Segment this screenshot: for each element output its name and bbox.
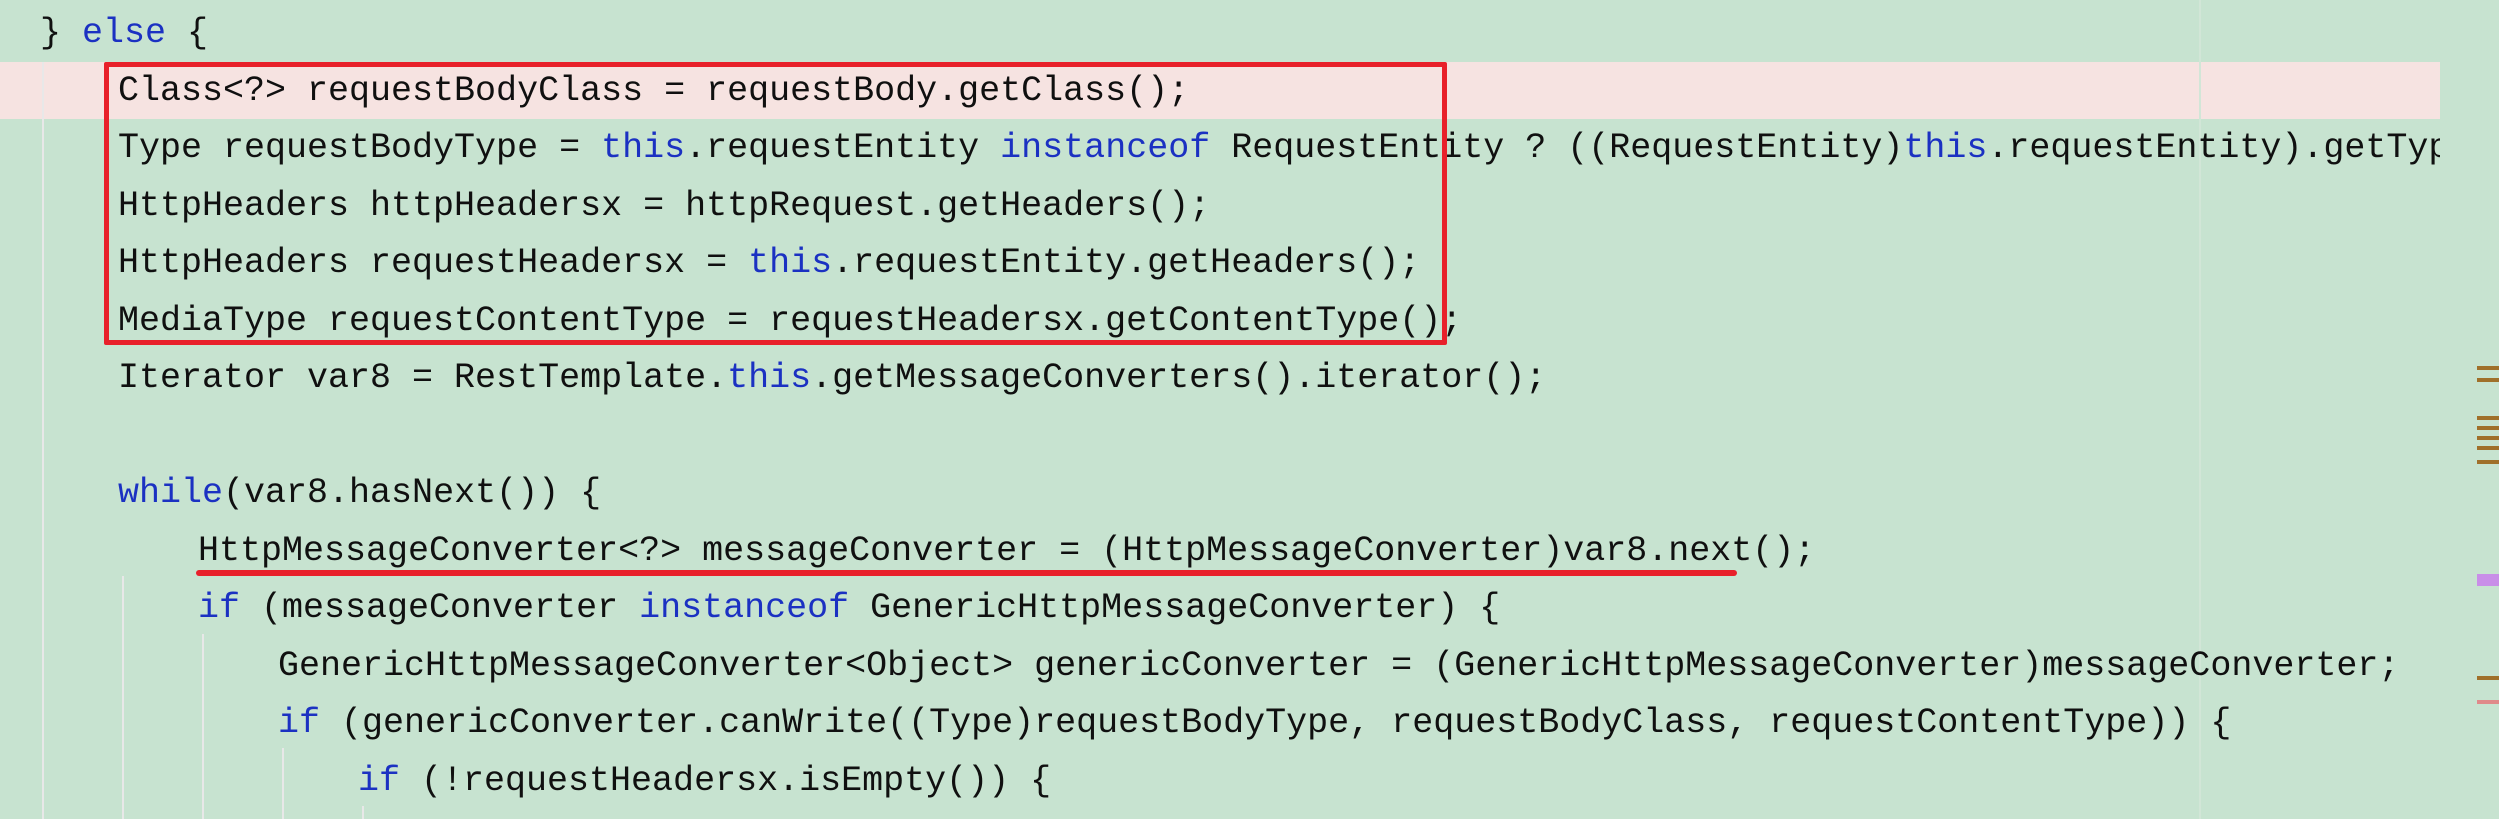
code-line[interactable]: Iterator var8 = RestTemplate.this.getMes… (118, 350, 1546, 407)
keyword-token: this (1903, 128, 1988, 168)
code-token: HttpMessageConverter<?> messageConverter… (198, 530, 1816, 571)
code-token: .requestEntity).getType() : re (1987, 128, 2499, 168)
code-token: (genericConverter.canWrite((Type)request… (320, 703, 2232, 743)
keyword-token: else (82, 13, 167, 53)
annotation-underline (196, 570, 1737, 576)
keyword-token: instanceof (639, 588, 850, 628)
code-line[interactable]: if (messageConverter instanceof GenericH… (198, 580, 1500, 637)
scrollbar-marker (2477, 436, 2499, 440)
annotation-box (104, 62, 1447, 345)
code-line[interactable]: } else { (40, 5, 208, 62)
keyword-token: if (358, 760, 401, 801)
scrollbar-marker (2477, 446, 2499, 450)
scrollbar-marker (2477, 460, 2499, 464)
code-token: (var8.hasNext()) { (223, 473, 602, 513)
code-line[interactable]: if (!requestHeadersx.isEmpty()) { (358, 753, 1051, 810)
code-token: (!requestHeadersx.isEmpty()) { (400, 760, 1052, 801)
indent-guide (282, 748, 284, 819)
scrollbar-marker (2477, 574, 2499, 586)
scrollbar-marker (2477, 378, 2499, 382)
indent-guide (202, 634, 204, 819)
code-token: Iterator var8 = RestTemplate. (118, 358, 728, 398)
code-token: { (166, 13, 209, 53)
keyword-token: if (278, 703, 321, 743)
indent-guide (42, 62, 44, 819)
keyword-token: while (118, 473, 224, 513)
indent-guide (122, 576, 124, 819)
scrollbar-marker (2477, 416, 2499, 420)
code-token: GenericHttpMessageConverter<Object> gene… (278, 645, 2400, 686)
code-token: } (40, 13, 83, 53)
scrollbar-marker (2477, 426, 2499, 430)
code-line[interactable]: while(var8.hasNext()) { (118, 465, 601, 522)
scrollbar-gutter[interactable] (2440, 0, 2499, 819)
keyword-token: this (727, 358, 812, 398)
keyword-token: if (198, 588, 241, 628)
code-editor[interactable]: } else {Class<?> requestBodyClass = requ… (0, 0, 2499, 819)
code-token: (messageConverter (240, 588, 640, 628)
scrollbar-marker (2477, 366, 2499, 370)
code-token: GenericHttpMessageConverter) { (849, 588, 1501, 628)
scrollbar-marker (2477, 700, 2499, 704)
scrollbar-marker (2477, 676, 2499, 680)
code-line[interactable]: if (genericConverter.canWrite((Type)requ… (278, 695, 2231, 752)
code-line[interactable]: GenericHttpMessageConverter<Object> gene… (278, 638, 2399, 695)
code-token: .getMessageConverters().iterator(); (811, 358, 1547, 398)
